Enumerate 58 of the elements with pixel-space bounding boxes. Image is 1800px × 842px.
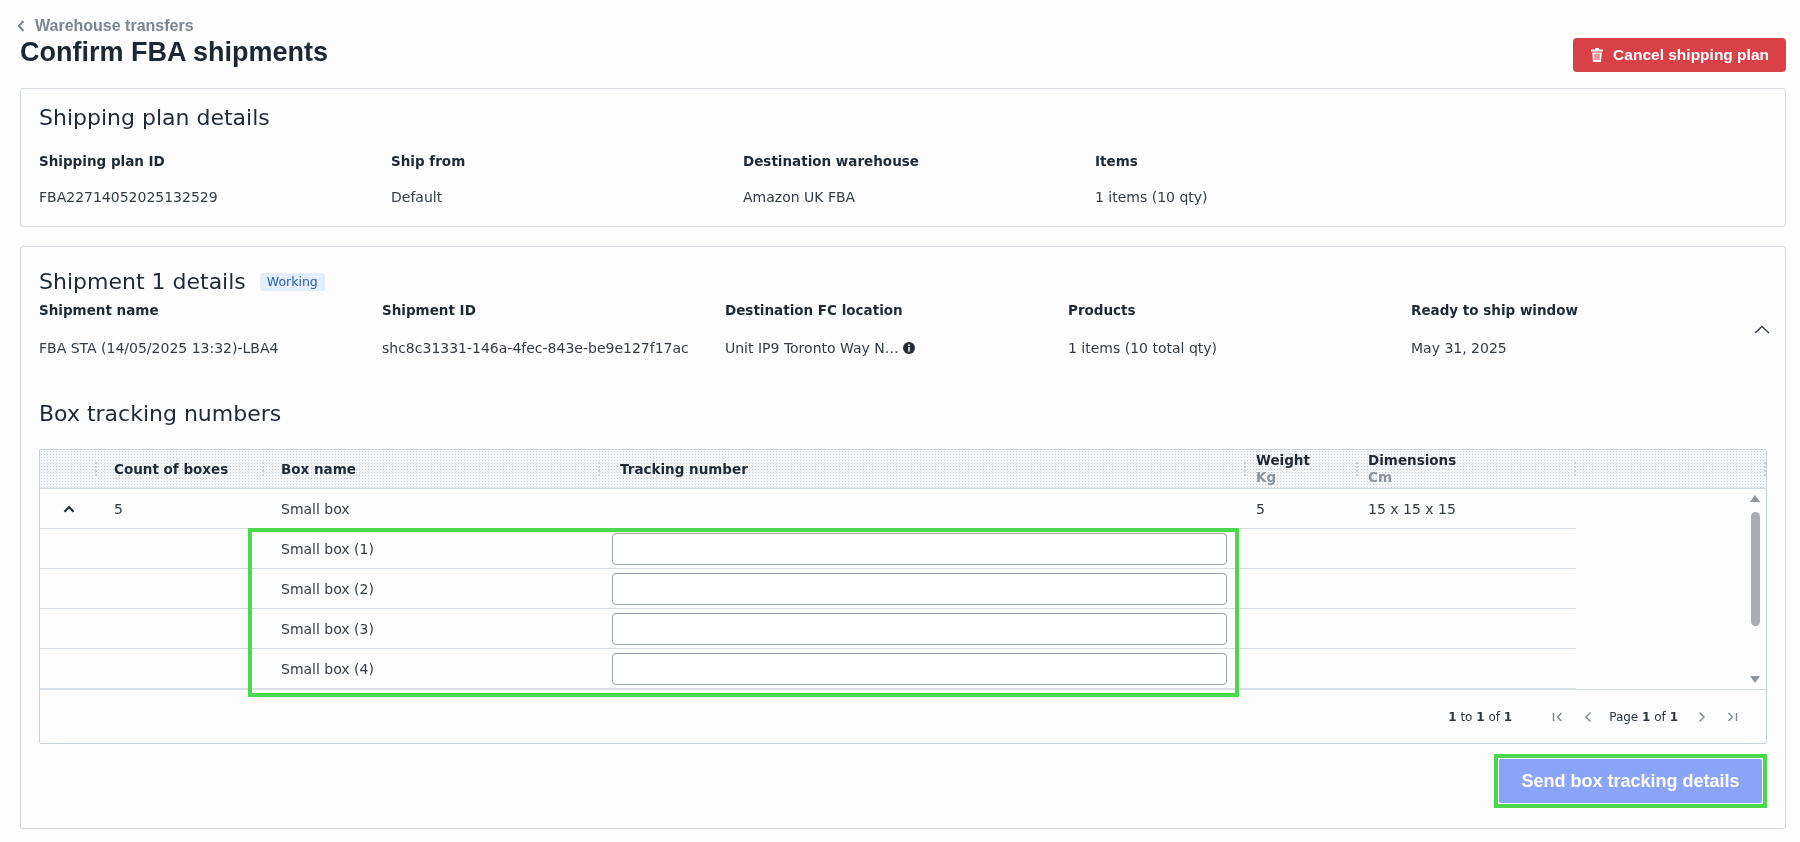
breadcrumb-link[interactable]: Warehouse transfers <box>17 16 194 35</box>
field-label: Products <box>1068 301 1137 319</box>
tracking-number-field[interactable] <box>612 532 1227 565</box>
trash-icon <box>1591 48 1604 62</box>
field-label: Shipping plan ID <box>39 152 166 170</box>
page-title: Confirm FBA shipments <box>20 37 328 68</box>
chevron-up-icon[interactable] <box>1754 324 1770 334</box>
field-label: Destination FC location <box>725 301 904 319</box>
tracking-number-field[interactable] <box>612 612 1227 645</box>
cancel-shipping-plan-button[interactable]: Cancel shipping plan <box>1573 38 1786 72</box>
chevron-left-icon[interactable] <box>1584 710 1593 723</box>
field-label: Ship from <box>391 152 467 170</box>
card-title: Shipping plan details <box>39 105 271 131</box>
field-label: Shipment ID <box>382 301 477 319</box>
field-value: Default <box>391 188 444 206</box>
page-indicator-text: Page 1 of 1 <box>1609 709 1678 724</box>
chevron-right-icon[interactable] <box>1698 710 1706 723</box>
field-value: 1 items (10 total qty) <box>1068 339 1218 357</box>
box-name-text: Small box <box>281 500 350 517</box>
scroll-up-arrow-icon[interactable] <box>1750 495 1760 502</box>
field-label: Shipment name <box>39 301 160 319</box>
dimensions-text: 15 x 15 x 15 <box>1368 500 1456 517</box>
field-value: 1 items (10 qty) <box>1095 188 1209 206</box>
box-name-text: Small box (1) <box>281 540 374 557</box>
last-page-icon[interactable] <box>1726 710 1738 723</box>
field-value: shc8c31331-146a-4fec-843e-be9e127f17ac <box>382 339 689 357</box>
info-icon[interactable] <box>902 342 915 354</box>
column-header: Count of boxes <box>114 460 229 478</box>
column-header: Weight <box>1256 452 1310 469</box>
column-unit: Cm <box>1368 469 1393 486</box>
card-title: Shipment 1 details <box>39 269 246 295</box>
first-page-icon[interactable] <box>1552 710 1565 723</box>
column-header: Dimensions <box>1368 452 1457 469</box>
field-label: Destination warehouse <box>743 152 920 170</box>
field-label: Items <box>1095 152 1139 170</box>
column-unit: Kg <box>1256 469 1278 486</box>
field-label: Ready to ship window <box>1411 301 1579 319</box>
field-value: Unit IP9 Toronto Way N… <box>725 339 899 357</box>
chevron-left-icon <box>17 19 25 32</box>
page-range-text: 1 to 1 of 1 <box>1448 709 1513 724</box>
section-title: Box tracking numbers <box>39 401 283 427</box>
scroll-down-arrow-icon[interactable] <box>1750 676 1760 683</box>
column-header: Box name <box>281 460 356 478</box>
chevron-up-icon[interactable] <box>62 504 75 513</box>
box-name-text: Small box (2) <box>281 580 374 597</box>
column-header: Tracking number <box>620 460 748 478</box>
field-value: FBA STA (14/05/2025 13:32)-LBA4 <box>39 339 279 357</box>
count-text: 5 <box>114 500 123 517</box>
tracking-number-field[interactable] <box>612 572 1227 605</box>
status-badge: Working <box>259 273 325 291</box>
weight-text: 5 <box>1256 500 1265 517</box>
field-value: May 31, 2025 <box>1411 339 1507 357</box>
box-name-text: Small box (3) <box>281 620 374 637</box>
tracking-number-field[interactable] <box>612 652 1227 685</box>
field-value: Amazon UK FBA <box>743 188 857 206</box>
scrollbar-thumb[interactable] <box>1750 512 1760 626</box>
box-name-text: Small box (4) <box>281 660 374 677</box>
field-value: FBA22714052025132529 <box>39 188 219 206</box>
